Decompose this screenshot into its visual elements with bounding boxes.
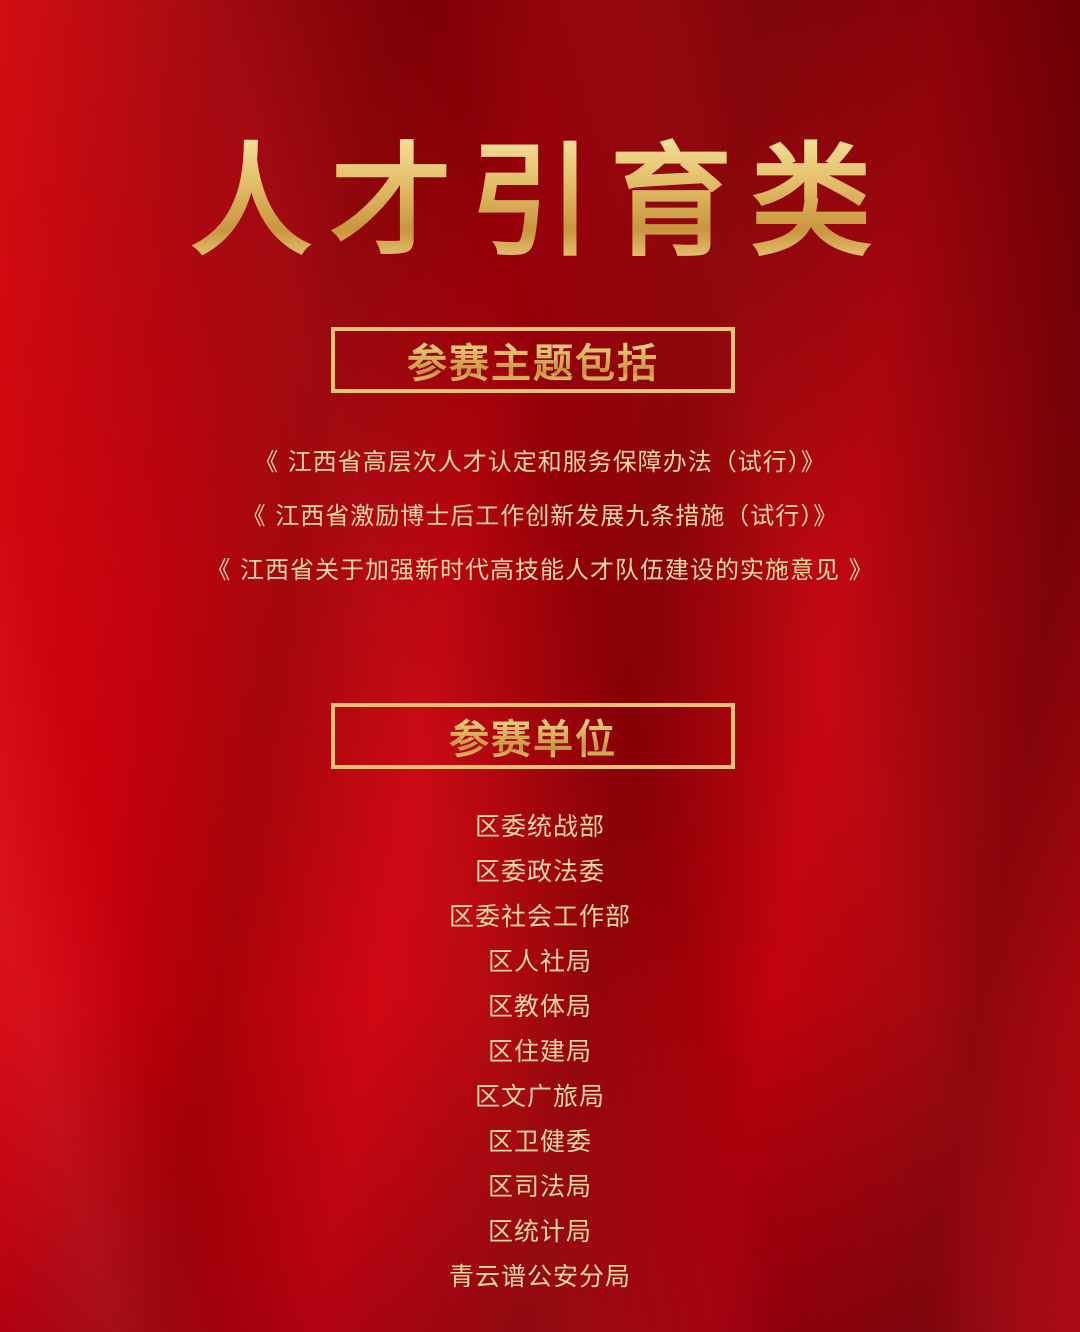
unit-item: 区司法局 bbox=[487, 1172, 592, 1201]
page-title: 人才引育类 bbox=[0, 132, 1080, 272]
unit-item: 区委社会工作部 bbox=[448, 902, 631, 931]
unit-item: 区统计局 bbox=[487, 1217, 592, 1246]
units-list: 区委统战部 区委政法委 区委社会工作部 区人社局 区教体局 区住建局 区文广旅局… bbox=[0, 804, 1080, 1299]
topics-heading: 参赛主题包括 bbox=[407, 331, 659, 389]
unit-item: 区卫健委 bbox=[487, 1127, 592, 1156]
units-heading: 参赛单位 bbox=[449, 707, 617, 765]
topics-heading-box: 参赛主题包括 bbox=[331, 327, 735, 393]
unit-item: 区文广旅局 bbox=[474, 1082, 605, 1111]
units-heading-box: 参赛单位 bbox=[331, 703, 735, 769]
unit-item: 区委统战部 bbox=[474, 812, 605, 841]
topic-item: 《 江西省高层次人才认定和服务保障办法（试行）》 bbox=[254, 448, 826, 476]
topic-item: 《 江西省激励博士后工作创新发展九条措施（试行）》 bbox=[241, 502, 839, 530]
unit-item: 区委政法委 bbox=[474, 857, 605, 886]
topic-item: 《 江西省关于加强新时代高技能人才队伍建设的实施意见 》 bbox=[206, 556, 874, 584]
unit-item: 青云谱公安分局 bbox=[448, 1262, 631, 1291]
unit-item: 区人社局 bbox=[487, 947, 592, 976]
poster: 人才引育类 参赛主题包括 《 江西省高层次人才认定和服务保障办法（试行）》 《 … bbox=[0, 0, 1080, 1332]
unit-item: 区住建局 bbox=[487, 1037, 592, 1066]
unit-item: 区教体局 bbox=[487, 992, 592, 1021]
topics-list: 《 江西省高层次人才认定和服务保障办法（试行）》 《 江西省激励博士后工作创新发… bbox=[0, 435, 1080, 597]
